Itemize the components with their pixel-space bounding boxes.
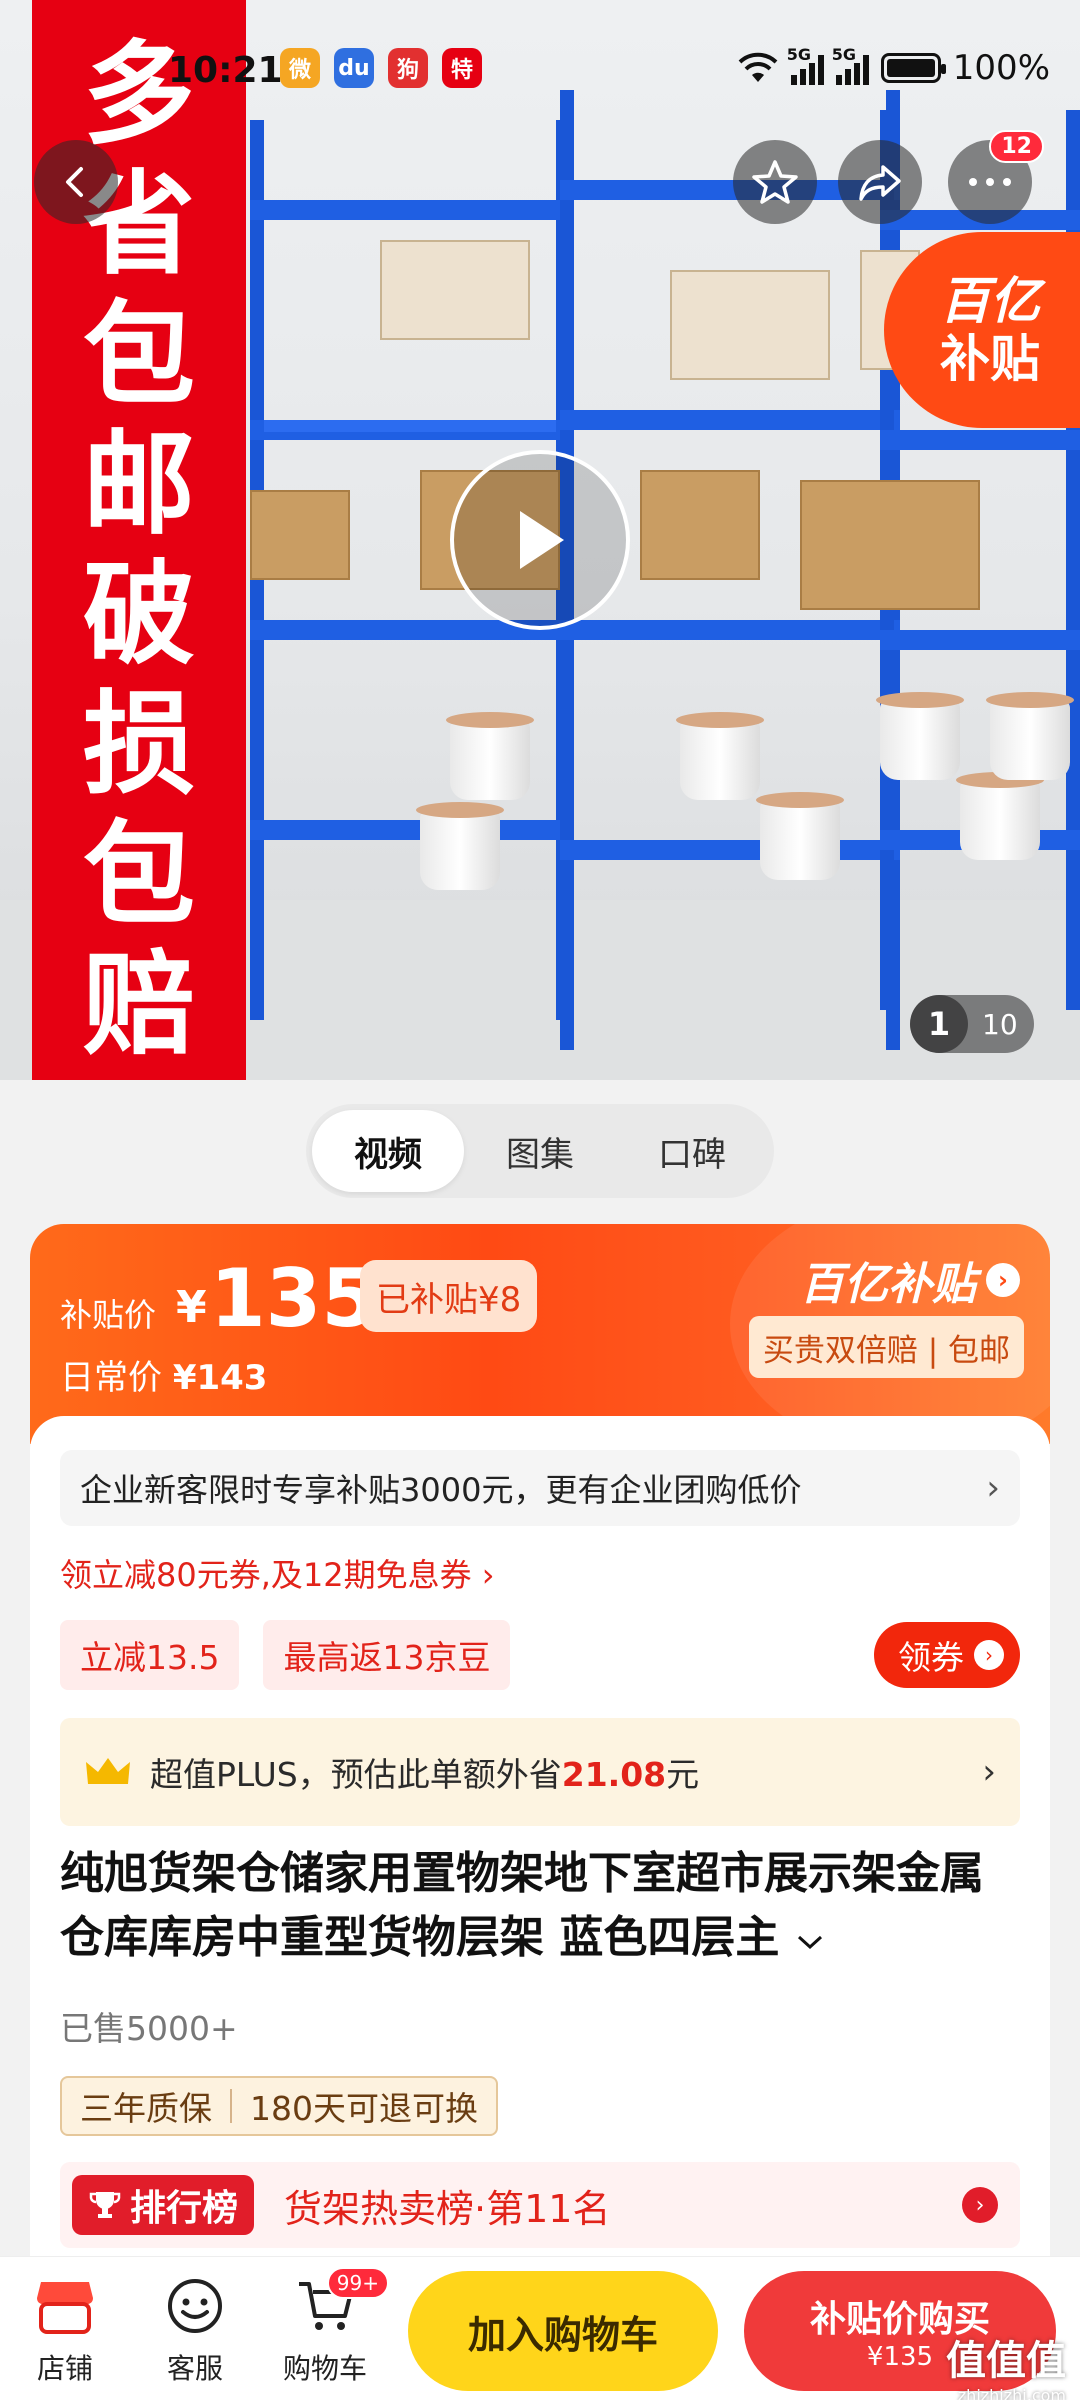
- subsidized-amount-chip: 已补贴¥8: [360, 1260, 538, 1332]
- product-title[interactable]: 纯旭货架仓储家用置物架地下室超市展示架金属仓库库房中重型货物层架 蓝色四层主: [60, 1842, 1020, 1970]
- share-button[interactable]: [838, 140, 922, 224]
- share-icon: [859, 165, 901, 201]
- subsidy-price-label: 补贴价: [60, 1296, 157, 1334]
- shop-icon: [37, 2282, 93, 2334]
- more-dots-icon: [969, 178, 1011, 186]
- chevron-left-icon: [66, 167, 83, 197]
- signal-icon-2: 5G: [832, 45, 869, 85]
- tab-video[interactable]: 视频: [312, 1110, 464, 1192]
- message-badge: 12: [989, 130, 1044, 163]
- battery-icon: [880, 53, 946, 83]
- product-hero-image[interactable]: 多 省 包 邮 破 损 包 赔 10:21 微 du 狗 特 5G 5G 100…: [0, 0, 1080, 1080]
- bottom-action-bar: 店铺 客服 99+ 购物车 加入购物车 补贴价购买 ¥135: [0, 2256, 1080, 2400]
- battery-percent: 100%: [952, 48, 1050, 88]
- billion-subsidy-badge[interactable]: 百亿 补贴: [884, 232, 1080, 428]
- product-details: 企业新客限时专享补贴3000元，更有企业团购低价 › 领立减80元券,及12期免…: [30, 1416, 1050, 2256]
- warranty-tag: 三年质保: [80, 2089, 212, 2128]
- weibo-icon: 微: [280, 48, 320, 88]
- tab-reviews[interactable]: 口碑: [616, 1110, 768, 1192]
- ranking-pill: 排行榜: [72, 2175, 255, 2235]
- price-card: 补贴价 ¥ 135 已补贴¥8 日常价 ¥143 百亿补贴 › 买贵双倍赔 | …: [30, 1224, 1050, 1444]
- chevron-right-icon: ›: [982, 1752, 996, 1792]
- banner-char: 邮: [83, 420, 195, 550]
- status-bar: 10:21 微 du 狗 特 5G 5G 100%: [0, 44, 1080, 104]
- currency-symbol: ¥: [176, 1282, 207, 1333]
- back-button[interactable]: [34, 140, 118, 224]
- counter-current: 1: [910, 995, 968, 1053]
- status-app-icons: 微 du 狗 特: [280, 48, 482, 88]
- crown-icon: [86, 1758, 130, 1784]
- banner-char: 破: [83, 550, 195, 680]
- star-icon: [752, 160, 798, 204]
- banner-char: 损: [83, 680, 195, 810]
- badge-text-2: 补贴: [940, 330, 1040, 388]
- favorite-button[interactable]: [733, 140, 817, 224]
- site-watermark: 值值值 zhizhizhi.com: [946, 2338, 1066, 2400]
- cart-button[interactable]: 99+ 购物车: [270, 2267, 389, 2387]
- badge-text-1: 百亿: [940, 272, 1040, 330]
- plus-savings-bar[interactable]: 超值PLUS，预估此单额外省21.08元 ›: [60, 1718, 1020, 1826]
- jd-bean-tag: 最高返13京豆: [263, 1620, 511, 1690]
- chevron-right-icon: ›: [986, 1263, 1020, 1297]
- wifi-icon: [738, 52, 778, 82]
- counter-total: 10: [982, 1007, 1018, 1041]
- banner-char: 包: [83, 810, 195, 940]
- signal-icon: 5G: [787, 45, 824, 85]
- enterprise-promo[interactable]: 企业新客限时专享补贴3000元，更有企业团购低价 ›: [60, 1450, 1020, 1526]
- more-button[interactable]: 12: [948, 130, 1044, 224]
- get-coupon-button[interactable]: 领券 ›: [874, 1622, 1020, 1688]
- media-tab-switch: 视频 图集 口碑: [306, 1104, 774, 1198]
- image-counter: 1 10: [910, 995, 1034, 1053]
- subsidy-price: 135: [210, 1252, 377, 1345]
- cart-count-badge: 99+: [326, 2267, 389, 2299]
- ranking-bar[interactable]: 排行榜 货架热卖榜·第11名 ›: [60, 2162, 1020, 2248]
- play-icon: [520, 511, 564, 569]
- ranking-text: 货架热卖榜·第11名: [284, 2186, 611, 2231]
- daily-price: 日常价 ¥143: [60, 1358, 268, 1398]
- tab-gallery[interactable]: 图集: [464, 1110, 616, 1192]
- app-icon: 狗: [388, 48, 428, 88]
- chevron-right-icon: ›: [481, 1556, 495, 1594]
- add-to-cart-button[interactable]: 加入购物车: [408, 2271, 718, 2391]
- chevron-right-icon: ›: [986, 1468, 1000, 1508]
- return-policy-tag: 180天可退可换: [250, 2089, 478, 2128]
- play-video-button[interactable]: [450, 450, 630, 630]
- chevron-right-icon: ›: [962, 2187, 998, 2223]
- shop-button[interactable]: 店铺: [10, 2271, 120, 2387]
- trophy-icon: [89, 2192, 121, 2218]
- banner-char: 包: [83, 290, 195, 420]
- status-right: 5G 5G 100%: [737, 45, 1050, 88]
- status-time: 10:21: [168, 50, 283, 91]
- coupon-offer-link[interactable]: 领立减80元券,及12期免息券 ›: [60, 1550, 495, 1596]
- baidu-icon: du: [334, 48, 374, 88]
- chevron-right-icon: ›: [974, 1640, 1004, 1670]
- banner-char: 赔: [83, 940, 195, 1070]
- customer-service-button[interactable]: 客服: [140, 2271, 250, 2387]
- customer-service-icon: [168, 2279, 222, 2333]
- service-tags[interactable]: 三年质保 180天可退可换: [60, 2076, 498, 2136]
- special-offer-icon: 特: [442, 48, 482, 88]
- sold-count: 已售5000+: [60, 2009, 238, 2048]
- billion-subsidy-link[interactable]: 百亿补贴 ›: [800, 1248, 1020, 1312]
- chevron-down-icon: [797, 1935, 822, 1950]
- guarantee-tag: 买贵双倍赔 | 包邮: [748, 1316, 1024, 1378]
- discount-tag: 立减13.5: [60, 1620, 240, 1690]
